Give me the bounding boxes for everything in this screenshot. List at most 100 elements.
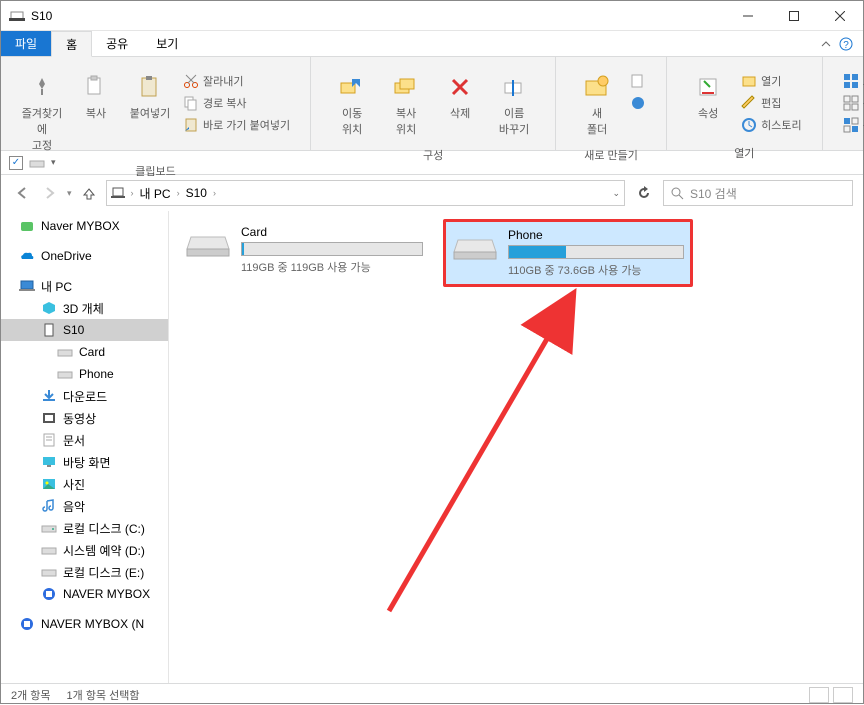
copy-to-icon xyxy=(390,71,422,103)
easy-access-button[interactable] xyxy=(626,93,650,113)
select-all-button[interactable]: 모두 선택 xyxy=(839,71,864,91)
downloads-icon xyxy=(41,388,57,404)
ribbon-group-select: 모두 선택 선택 안 함 선택 영역 반전 선택 xyxy=(823,57,864,150)
select-invert-button[interactable]: 선택 영역 반전 xyxy=(839,115,864,135)
documents-icon xyxy=(41,432,57,448)
sidebar-item-documents[interactable]: 문서 xyxy=(1,429,168,451)
onedrive-icon xyxy=(19,248,35,264)
drive-card[interactable]: Card 119GB 중 119GB 사용 가능 xyxy=(179,219,429,287)
view-details-button[interactable] xyxy=(809,687,829,703)
sidebar-item-3dobjects[interactable]: 3D 개체 xyxy=(1,297,168,319)
main-area: Naver MYBOX OneDrive 내 PC 3D 개체 S10 Card… xyxy=(1,211,863,683)
ribbon-group-clipboard: 즐겨찾기에 고정 복사 붙여넣기 잘라내기 경로 복사 바로 가기 붙여넣기 클… xyxy=(1,57,311,150)
svg-text:?: ? xyxy=(843,40,849,51)
rename-button[interactable]: 이름 바꾸기 xyxy=(489,67,539,137)
tab-share[interactable]: 공유 xyxy=(92,31,142,56)
open-button[interactable]: 열기 xyxy=(737,71,805,91)
sidebar-item-music[interactable]: 음악 xyxy=(1,495,168,517)
sidebar-item-naver-mybox2[interactable]: NAVER MYBOX xyxy=(1,583,168,605)
ribbon-group-label: 열기 xyxy=(673,143,815,163)
cut-icon xyxy=(183,73,199,89)
new-folder-button[interactable]: 새 폴더 xyxy=(572,67,622,137)
breadcrumb-s10[interactable]: S10 xyxy=(184,186,209,200)
address-bar[interactable]: › 내 PC › S10 › ⌄ xyxy=(106,180,625,206)
drive-list: Card 119GB 중 119GB 사용 가능 Phone 110GB 중 7… xyxy=(179,219,853,287)
mybox-icon xyxy=(41,586,57,602)
select-none-button[interactable]: 선택 안 함 xyxy=(839,93,864,113)
navigation-row: ▾ › 내 PC › S10 › ⌄ S10 검색 xyxy=(1,175,863,211)
minimize-button[interactable] xyxy=(725,1,771,31)
recent-dropdown[interactable]: ▾ xyxy=(67,188,72,199)
window-controls xyxy=(725,1,863,31)
ribbon-group-organize: 이동 위치 복사 위치 삭제 이름 바꾸기 구성 xyxy=(311,57,556,150)
view-large-button[interactable] xyxy=(833,687,853,703)
up-button[interactable] xyxy=(78,182,100,204)
copy-path-button[interactable]: 경로 복사 xyxy=(179,93,294,113)
address-dropdown[interactable]: ⌄ xyxy=(612,188,620,199)
ribbon: 즐겨찾기에 고정 복사 붙여넣기 잘라내기 경로 복사 바로 가기 붙여넣기 클… xyxy=(1,57,863,151)
3dobjects-icon xyxy=(41,300,57,316)
sidebar-item-desktop[interactable]: 바탕 화면 xyxy=(1,451,168,473)
ribbon-group-label: 새로 만들기 xyxy=(562,145,660,165)
delete-button[interactable]: 삭제 xyxy=(435,67,485,121)
pictures-icon xyxy=(41,476,57,492)
disk-icon xyxy=(41,564,57,580)
content-pane: Card 119GB 중 119GB 사용 가능 Phone 110GB 중 7… xyxy=(169,211,863,683)
edit-button[interactable]: 편집 xyxy=(737,93,805,113)
sidebar-item-card[interactable]: Card xyxy=(1,341,168,363)
app-icon xyxy=(9,8,25,24)
tab-file[interactable]: 파일 xyxy=(1,31,51,56)
close-button[interactable] xyxy=(817,1,863,31)
copy-to-button[interactable]: 복사 위치 xyxy=(381,67,431,137)
ribbon-group-open: 속성 열기 편집 히스토리 열기 xyxy=(667,57,822,150)
select-invert-icon xyxy=(843,117,859,133)
window-title: S10 xyxy=(31,9,725,23)
new-item-button[interactable] xyxy=(626,71,650,91)
status-bar: 2개 항목 1개 항목 선택함 xyxy=(1,683,863,705)
sidebar-item-localdisk-c[interactable]: 로컬 디스크 (C:) xyxy=(1,517,168,539)
drive-name: Phone xyxy=(508,228,684,242)
sidebar-item-phone[interactable]: Phone xyxy=(1,363,168,385)
paste-shortcut-icon xyxy=(183,117,199,133)
forward-button[interactable] xyxy=(39,182,61,204)
copy-button[interactable]: 복사 xyxy=(71,67,121,121)
ribbon-group-new: 새 폴더 새로 만들기 xyxy=(556,57,667,150)
search-input[interactable]: S10 검색 xyxy=(663,180,853,206)
sidebar-item-downloads[interactable]: 다운로드 xyxy=(1,385,168,407)
sidebar-item-localdisk-e[interactable]: 로컬 디스크 (E:) xyxy=(1,561,168,583)
sidebar-item-videos[interactable]: 동영상 xyxy=(1,407,168,429)
sidebar-item-mypc[interactable]: 내 PC xyxy=(1,275,168,297)
help-icon[interactable]: ? xyxy=(839,37,853,51)
sidebar-item-pictures[interactable]: 사진 xyxy=(1,473,168,495)
move-button[interactable]: 이동 위치 xyxy=(327,67,377,137)
breadcrumb-pc[interactable]: 내 PC xyxy=(138,185,173,202)
refresh-button[interactable] xyxy=(631,180,657,206)
sidebar-item-s10[interactable]: S10 xyxy=(1,319,168,341)
history-button[interactable]: 히스토리 xyxy=(737,115,805,135)
sidebar-item-system-d[interactable]: 시스템 예약 (D:) xyxy=(1,539,168,561)
sidebar-item-naver-mybox[interactable]: Naver MYBOX xyxy=(1,215,168,237)
tab-home[interactable]: 홈 xyxy=(51,31,92,57)
easy-access-icon xyxy=(630,95,646,111)
sidebar-item-naver-mybox-n[interactable]: NAVER MYBOX (N xyxy=(1,613,168,635)
music-icon xyxy=(41,498,57,514)
pin-button[interactable]: 즐겨찾기에 고정 xyxy=(17,67,67,153)
chevron-icon: › xyxy=(131,188,134,198)
annotation-arrow xyxy=(369,251,629,631)
tab-view[interactable]: 보기 xyxy=(142,31,192,56)
chevron-icon: › xyxy=(213,188,216,198)
paste-shortcut-button[interactable]: 바로 가기 붙여넣기 xyxy=(179,115,294,135)
paste-button[interactable]: 붙여넣기 xyxy=(125,67,175,121)
ribbon-collapse[interactable]: ? xyxy=(811,31,863,56)
status-selected: 1개 항목 선택함 xyxy=(67,687,140,703)
device-icon xyxy=(111,185,127,201)
drive-phone[interactable]: Phone 110GB 중 73.6GB 사용 가능 xyxy=(443,219,693,287)
maximize-button[interactable] xyxy=(771,1,817,31)
sidebar-item-onedrive[interactable]: OneDrive xyxy=(1,245,168,267)
pin-icon xyxy=(26,71,58,103)
properties-button[interactable]: 속성 xyxy=(683,67,733,121)
back-button[interactable] xyxy=(11,182,33,204)
delete-icon xyxy=(444,71,476,103)
rename-icon xyxy=(498,71,530,103)
cut-button[interactable]: 잘라내기 xyxy=(179,71,294,91)
